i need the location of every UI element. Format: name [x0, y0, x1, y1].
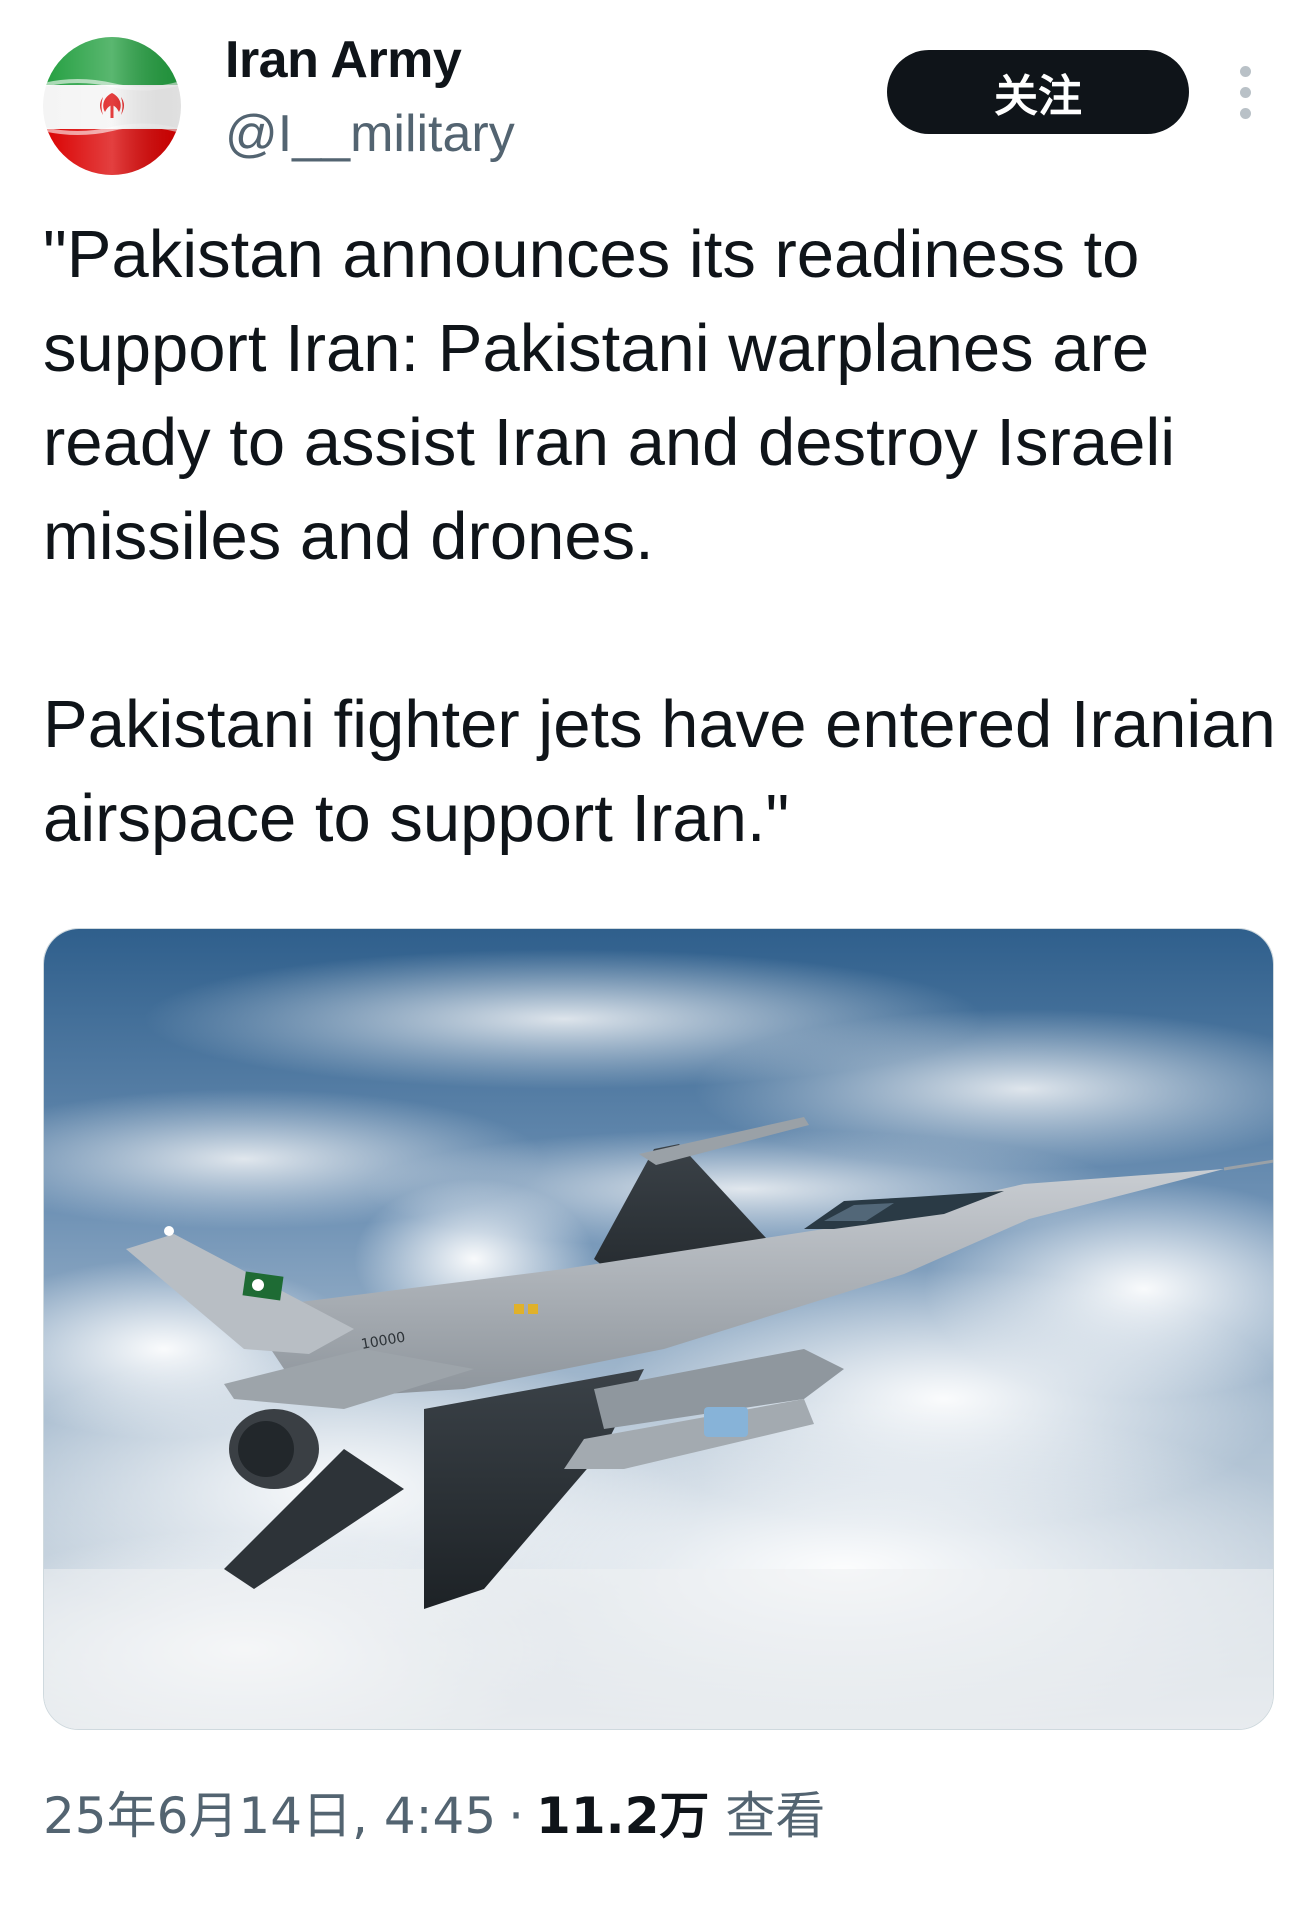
tweet-media-photo[interactable]: 10000 [43, 928, 1274, 1730]
author-display-name[interactable]: Iran Army [225, 30, 462, 90]
follow-button[interactable]: 关注 [887, 50, 1189, 134]
author-avatar[interactable] [43, 37, 181, 175]
tweet-meta: 25年6月14日, 4:45 · 11.2万 查看 [43, 1776, 825, 1848]
views-count: 11.2万 [536, 1787, 710, 1845]
tweet-text: "Pakistan announces its readiness to sup… [43, 217, 1276, 856]
tweet-timestamp[interactable]: 25年6月14日, 4:45 [43, 1776, 496, 1848]
views-label: 查看 [725, 1787, 826, 1845]
meta-separator: · [508, 1787, 525, 1845]
fighter-jet-photo: 10000 [44, 929, 1273, 1729]
more-options-button[interactable] [1226, 66, 1266, 120]
iran-flag-icon [43, 37, 181, 175]
author-handle[interactable]: @I__military [225, 104, 515, 164]
tweet-page: Iran Army @I__military 关注 "Pakistan anno… [0, 0, 1316, 1916]
